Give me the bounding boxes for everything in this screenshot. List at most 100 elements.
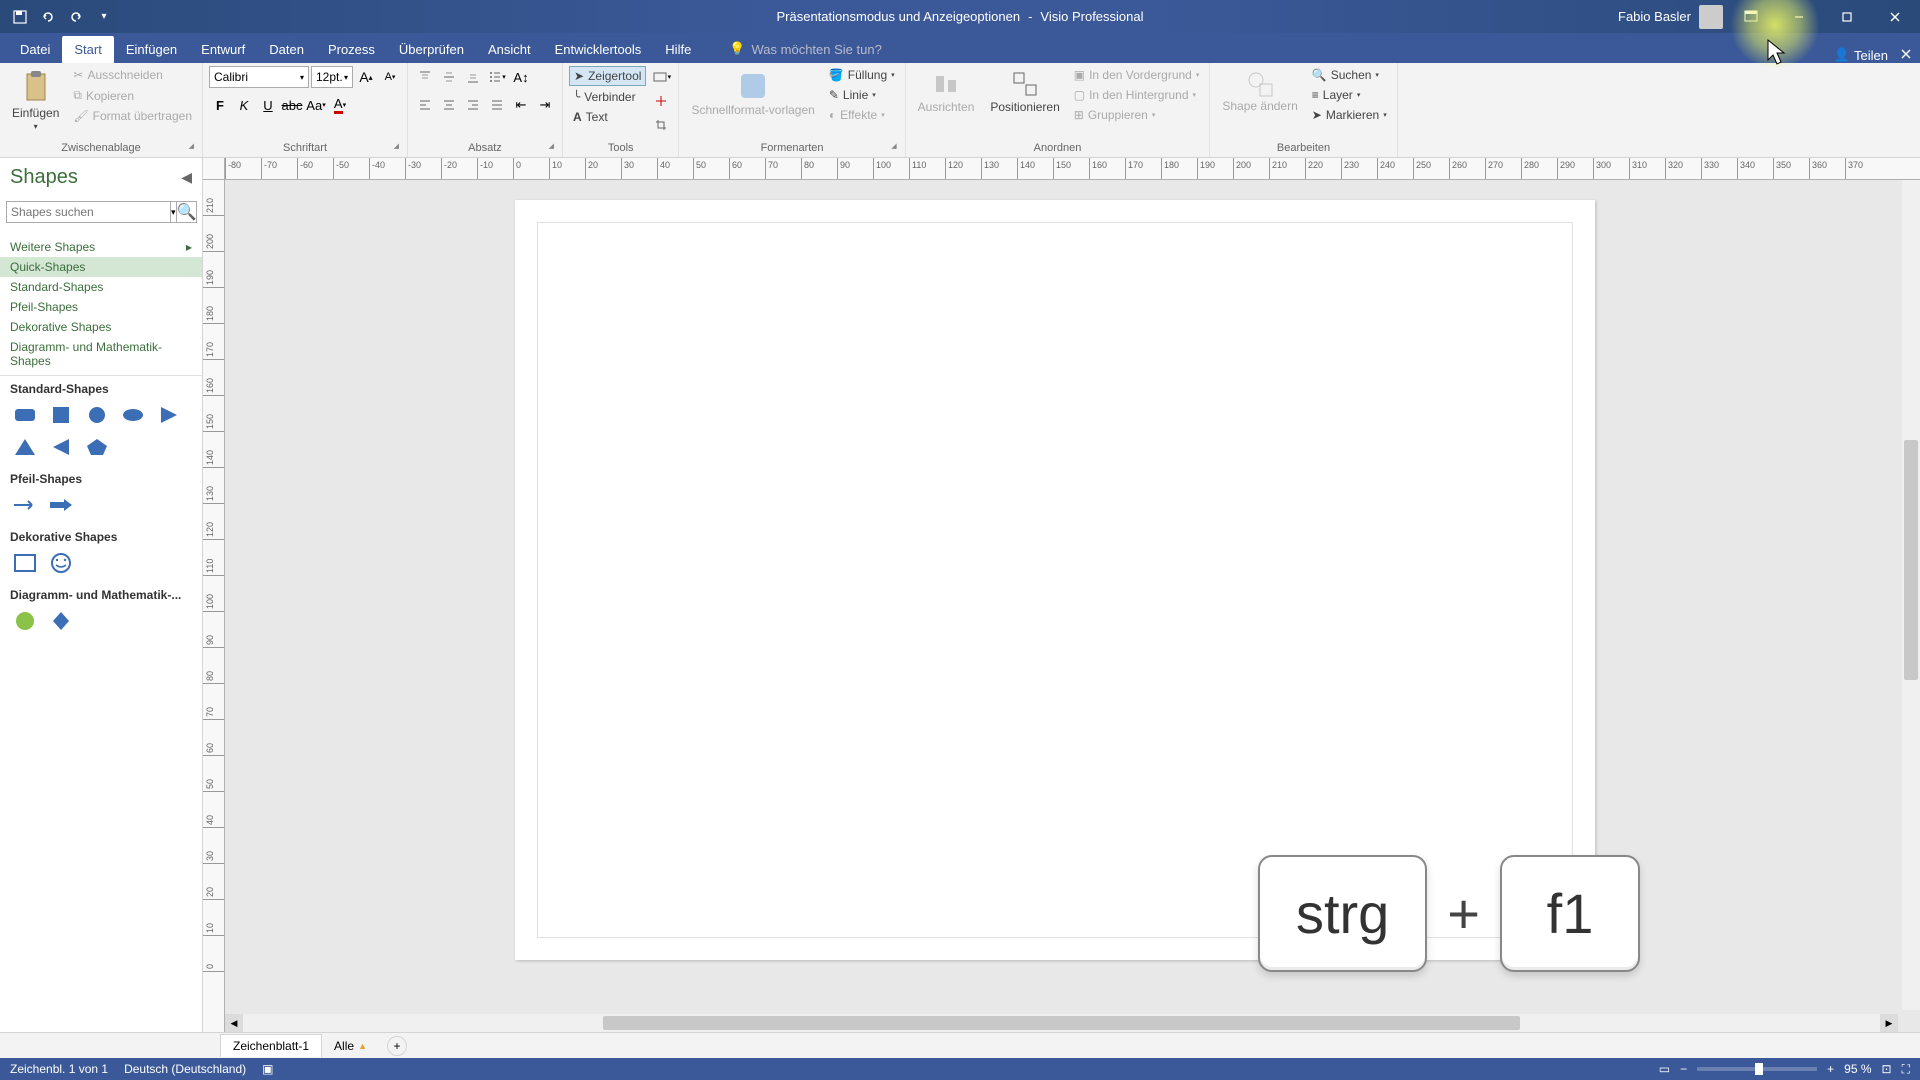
strikethrough-button[interactable]: abc: [281, 94, 303, 116]
tab-ansicht[interactable]: Ansicht: [476, 36, 543, 63]
shape-circle[interactable]: [82, 402, 112, 428]
shape-ellipse[interactable]: [118, 402, 148, 428]
tab-start[interactable]: Start: [62, 36, 113, 63]
scroll-h-thumb[interactable]: [603, 1016, 1520, 1030]
effects-button[interactable]: ◐Effekte▾: [825, 106, 899, 124]
maximize-icon[interactable]: [1827, 3, 1867, 31]
search-go-icon[interactable]: 🔍: [177, 201, 198, 223]
shapes-cat-pfeil[interactable]: Pfeil-Shapes: [0, 297, 202, 317]
presentation-mode-icon[interactable]: ▭: [1659, 1062, 1670, 1076]
align-top-icon[interactable]: [414, 66, 436, 88]
quick-styles-button[interactable]: Schnellformat-vorlagen: [685, 66, 820, 121]
shrink-font-icon[interactable]: A▾: [379, 66, 401, 88]
zoom-out-icon[interactable]: −: [1680, 1062, 1687, 1076]
zoom-in-icon[interactable]: +: [1827, 1062, 1834, 1076]
shape-triangle-right[interactable]: [154, 402, 184, 428]
tell-me-search[interactable]: 💡 Was möchten Sie tun?: [723, 35, 888, 63]
change-case-button[interactable]: Aa▾: [305, 94, 327, 116]
shapes-cat-quick[interactable]: Quick-Shapes: [0, 257, 202, 277]
bring-front-button[interactable]: ▣In den Vordergrund▾: [1070, 66, 1204, 84]
tab-ueberpruefen[interactable]: Überprüfen: [387, 36, 476, 63]
save-icon[interactable]: [10, 7, 30, 27]
align-middle-icon[interactable]: [438, 66, 460, 88]
zoom-slider[interactable]: [1697, 1067, 1817, 1071]
vertical-scrollbar[interactable]: [1902, 180, 1920, 1010]
undo-icon[interactable]: [38, 7, 58, 27]
tab-hilfe[interactable]: Hilfe: [653, 36, 703, 63]
avatar[interactable]: [1699, 5, 1723, 29]
add-page-icon[interactable]: +: [387, 1036, 407, 1056]
change-shape-button[interactable]: Shape ändern: [1216, 66, 1303, 117]
close-document-icon[interactable]: [1900, 48, 1912, 63]
horizontal-scrollbar[interactable]: ◀ ▶: [225, 1014, 1898, 1032]
align-button[interactable]: Ausrichten: [912, 66, 981, 118]
drawing-page[interactable]: [515, 200, 1595, 960]
grow-font-icon[interactable]: A▴: [355, 66, 377, 88]
fit-page-icon[interactable]: ⊡: [1882, 1062, 1892, 1076]
font-family-select[interactable]: Calibri▾: [209, 66, 309, 88]
select-button[interactable]: ➤Markieren▾: [1308, 106, 1391, 124]
zoom-level[interactable]: 95 %: [1844, 1062, 1871, 1076]
decrease-indent-icon[interactable]: ⇤: [510, 94, 532, 116]
redo-icon[interactable]: [66, 7, 86, 27]
rectangle-tool-icon[interactable]: ▾: [650, 66, 672, 88]
shape-triangle-up[interactable]: [10, 434, 40, 460]
minimize-icon[interactable]: [1779, 3, 1819, 31]
increase-indent-icon[interactable]: ⇥: [534, 94, 556, 116]
find-button[interactable]: 🔍Suchen▾: [1308, 66, 1391, 84]
connector-tool-button[interactable]: ╰Verbinder: [569, 88, 646, 106]
shape-rounded-rect[interactable]: [10, 402, 40, 428]
copy-button[interactable]: ⧉Kopieren: [69, 86, 196, 105]
group-button[interactable]: ⊞Gruppieren▾: [1070, 106, 1204, 124]
shapes-cat-weitere[interactable]: Weitere Shapes▸: [0, 237, 202, 257]
align-right-icon[interactable]: [462, 94, 484, 116]
align-bottom-icon[interactable]: [462, 66, 484, 88]
shape-arrow-block[interactable]: [46, 492, 76, 518]
line-button[interactable]: ✎Linie▾: [825, 86, 899, 104]
layer-button[interactable]: ≡Layer▾: [1308, 86, 1391, 104]
underline-button[interactable]: U: [257, 94, 279, 116]
send-back-button[interactable]: ▢In den Hintergrund▾: [1070, 86, 1204, 104]
close-icon[interactable]: [1875, 3, 1915, 31]
shapes-cat-dekorative[interactable]: Dekorative Shapes: [0, 317, 202, 337]
collapse-panel-icon[interactable]: ◀: [181, 169, 192, 186]
share-button[interactable]: 👤 Teilen: [1834, 47, 1888, 63]
pointer-tool-button[interactable]: ➤Zeigertool: [569, 66, 646, 86]
shapes-cat-standard[interactable]: Standard-Shapes: [0, 277, 202, 297]
tab-datei[interactable]: Datei: [8, 36, 62, 63]
scroll-left-icon[interactable]: ◀: [225, 1014, 243, 1032]
shape-smiley[interactable]: [46, 550, 76, 576]
tab-entwurf[interactable]: Entwurf: [189, 36, 257, 63]
qat-customize-icon[interactable]: ▾: [94, 7, 114, 27]
status-language[interactable]: Deutsch (Deutschland): [124, 1062, 246, 1076]
shapes-cat-diagramm[interactable]: Diagramm- und Mathematik-Shapes: [0, 337, 202, 371]
page-tab-all[interactable]: Alle▲: [326, 1035, 375, 1057]
text-tool-button[interactable]: AText: [569, 108, 646, 126]
connection-point-icon[interactable]: [650, 90, 672, 112]
bullets-icon[interactable]: ▾: [486, 66, 508, 88]
canvas-scroll[interactable]: [225, 180, 1898, 1010]
position-button[interactable]: Positionieren: [984, 66, 1065, 118]
align-left-icon[interactable]: [414, 94, 436, 116]
font-color-button[interactable]: A▾: [329, 94, 351, 116]
shape-frame[interactable]: [10, 550, 40, 576]
font-size-select[interactable]: 12pt.▾: [311, 66, 353, 88]
tab-prozess[interactable]: Prozess: [316, 36, 387, 63]
italic-button[interactable]: K: [233, 94, 255, 116]
macro-record-icon[interactable]: ▣: [262, 1062, 273, 1076]
tab-einfuegen[interactable]: Einfügen: [114, 36, 189, 63]
page-tab-1[interactable]: Zeichenblatt-1: [220, 1034, 322, 1057]
full-screen-icon[interactable]: ⛶: [1902, 1062, 1910, 1077]
paste-button[interactable]: Einfügen ▾: [6, 66, 65, 135]
crop-tool-icon[interactable]: [650, 114, 672, 136]
shapes-search-input[interactable]: [6, 201, 171, 223]
tab-daten[interactable]: Daten: [257, 36, 316, 63]
tab-entwicklertools[interactable]: Entwicklertools: [543, 36, 654, 63]
shape-square[interactable]: [46, 402, 76, 428]
scroll-v-thumb[interactable]: [1904, 440, 1918, 680]
bold-button[interactable]: F: [209, 94, 231, 116]
align-center-icon[interactable]: [438, 94, 460, 116]
scroll-right-icon[interactable]: ▶: [1880, 1014, 1898, 1032]
shape-green-circle[interactable]: [10, 608, 40, 634]
cut-button[interactable]: ✂Ausschneiden: [69, 66, 196, 84]
